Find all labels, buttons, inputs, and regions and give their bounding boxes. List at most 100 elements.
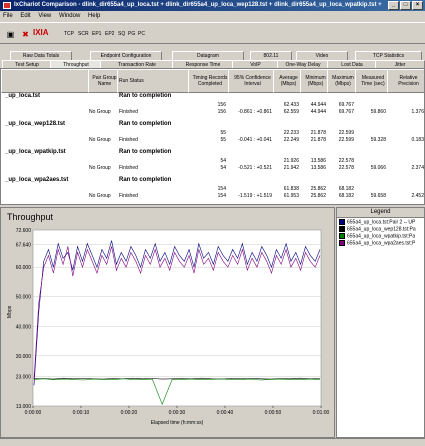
row-run-status: Ran to completion <box>119 93 172 99</box>
menu-file[interactable]: File <box>0 13 16 19</box>
row-minimum: 13.586 <box>310 158 326 164</box>
legend-pane: Legend 655a4_up_loca.tst:Pair 2 -- UP 65… <box>336 207 425 438</box>
legend-item[interactable]: 655a4_up_loca_wpatkip.tst:Pa <box>339 233 415 239</box>
col-header-measured-time[interactable]: Measured Time (sec) <box>355 69 391 93</box>
row-run-status: Ran to completion <box>119 121 172 127</box>
col-header-timing-records[interactable]: Timing Records Completed <box>188 69 232 93</box>
row-sub-maximum: 22.578 <box>338 165 354 171</box>
row-run-status: Ran to completion <box>119 177 172 183</box>
save-icon[interactable]: ▣ <box>3 27 18 42</box>
menu-window[interactable]: Window <box>56 13 83 19</box>
menu-help[interactable]: Help <box>85 13 103 19</box>
row-minimum: 21.878 <box>310 130 326 136</box>
col-header-blank <box>1 69 92 93</box>
chart-title: Throughput <box>7 212 54 222</box>
row-confidence: -0.041 : +0.041 <box>238 137 272 143</box>
legend-label: 655a4_up_loca.tst:Pair 2 -- UP <box>347 219 416 226</box>
ixia-logo: IXIA <box>33 28 49 37</box>
chart-pane: Throughput Mbps Elapsed time (h:mm:ss) 7… <box>0 207 335 438</box>
legend-title: Legend <box>337 208 424 218</box>
col-header-relative-precision[interactable]: Relative Precision <box>387 69 424 93</box>
window-title: IxChariot Comparison - dlink_dir655a4_up… <box>14 2 382 8</box>
row-relative-precision: 1.376 <box>411 109 424 115</box>
row-sub-average: 62.559 <box>283 109 299 115</box>
row-sub-average: 22.249 <box>283 137 299 143</box>
toolbar-scr[interactable]: SCR <box>78 31 89 37</box>
row-relative-precision: 2.374 <box>411 165 424 171</box>
row-test-name[interactable]: _up_loca_wep128.tst <box>5 121 65 127</box>
legend-swatch <box>339 240 345 246</box>
row-pair-group: No Group <box>89 109 111 115</box>
legend-swatch <box>339 226 345 232</box>
legend-item[interactable]: 655a4_up_loca_wpa2aes.tst:P <box>339 240 415 246</box>
toolbar-pc[interactable]: PC <box>138 31 145 37</box>
row-measured-time: 59.860 <box>370 109 386 115</box>
toolbar-sq[interactable]: SQ <box>118 31 125 37</box>
row-sub-minimum: 44.944 <box>310 109 326 115</box>
row-confidence: -0.861 : +0.861 <box>238 109 272 115</box>
y-tick-label: 60.000 <box>16 265 32 271</box>
x-tick-label: 0:00:40 <box>217 410 234 416</box>
row-sub-average: 61.953 <box>283 193 299 199</box>
row-run-status: Ran to completion <box>119 149 172 155</box>
row-sub-minimum: 21.878 <box>310 137 326 143</box>
row-relative-precision: 0.183 <box>411 137 424 143</box>
row-measured-time: 59.658 <box>370 193 386 199</box>
legend-label: 655a4_up_loca_wep128.tst:Pa <box>347 226 416 233</box>
row-minimum: 44.944 <box>310 102 326 108</box>
toolbar-ep2[interactable]: EP2 <box>105 31 114 37</box>
row-average: 62.433 <box>283 102 299 108</box>
legend-swatch <box>339 233 345 239</box>
row-confidence: -1.519 : +1.519 <box>238 193 272 199</box>
x-tick-label: 0:00:00 <box>25 410 42 416</box>
toolbar-pg[interactable]: PG <box>128 31 135 37</box>
row-measured-time: 59.328 <box>370 137 386 143</box>
row-test-name[interactable]: _up_loca_wpatkip.tst <box>5 149 66 155</box>
row-test-name[interactable]: _up_loca_wpa2aes.tst <box>5 177 68 183</box>
y-tick-label: 23.000 <box>16 374 32 380</box>
x-tick-label: 0:00:10 <box>73 410 90 416</box>
row-records: 154 <box>217 186 226 192</box>
row-sub-minimum: 25.862 <box>310 193 326 199</box>
row-average: 61.838 <box>283 186 299 192</box>
row-maximum: 22.599 <box>338 130 354 136</box>
y-tick-label: 50.000 <box>16 295 32 301</box>
row-maximum: 22.578 <box>338 158 354 164</box>
y-tick-label: 40.000 <box>16 324 32 330</box>
row-relative-precision: 2.452 <box>411 193 424 199</box>
minimize-button[interactable]: _ <box>388 1 399 10</box>
row-pair-group: No Group <box>89 193 111 199</box>
x-tick-label: 0:01:00 <box>313 410 330 416</box>
row-sub-maximum: 69.767 <box>338 109 354 115</box>
x-tick-label: 0:00:30 <box>169 410 186 416</box>
row-confidence: -0.521 : +0.521 <box>238 165 272 171</box>
row-maximum: 69.767 <box>338 102 354 108</box>
close-button[interactable]: × <box>412 1 423 10</box>
row-records: 54 <box>220 158 226 164</box>
col-header-run-status[interactable]: Run Status <box>117 69 192 93</box>
row-sub-records: 154 <box>217 193 226 199</box>
maximize-button[interactable]: □ <box>400 1 411 10</box>
col-header-confidence[interactable]: 95% Confidence Interval <box>228 69 277 93</box>
legend-label: 655a4_up_loca_wpa2aes.tst:P <box>347 240 416 247</box>
y-tick-label: 72.600 <box>16 228 32 234</box>
y-axis-label: Mbps <box>7 305 13 318</box>
legend-item[interactable]: 655a4_up_loca_wep128.tst:Pa <box>339 226 416 232</box>
menu-edit[interactable]: Edit <box>17 13 33 19</box>
menu-view[interactable]: View <box>35 13 54 19</box>
y-tick-label: 30.000 <box>16 354 32 360</box>
stop-icon[interactable]: ✖ <box>18 27 33 42</box>
row-test-name[interactable]: _up_loca.tst <box>5 93 40 99</box>
legend-label: 655a4_up_loca_wpatkip.tst:Pa <box>347 233 416 240</box>
toolbar-tcp[interactable]: TCP <box>64 31 74 37</box>
row-sub-minimum: 13.586 <box>310 165 326 171</box>
status-bar <box>0 438 425 446</box>
legend-item[interactable]: 655a4_up_loca.tst:Pair 2 -- UP <box>339 219 415 225</box>
row-sub-status: Finished <box>119 193 138 199</box>
legend-swatch <box>339 219 345 225</box>
y-tick-label: 67.640 <box>16 243 32 249</box>
throughput-chart[interactable]: Throughput Mbps Elapsed time (h:mm:ss) 7… <box>1 208 334 437</box>
x-tick-label: 0:00:20 <box>121 410 138 416</box>
toolbar-ep1[interactable]: EP1 <box>92 31 101 37</box>
window-titlebar: IxChariot Comparison - dlink_dir655a4_up… <box>0 0 425 11</box>
